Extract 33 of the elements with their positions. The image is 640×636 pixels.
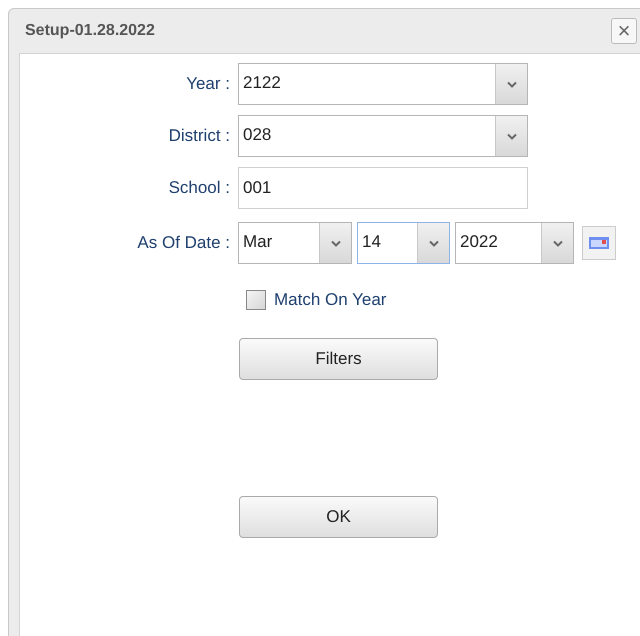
checkbox-label: Match On Year — [274, 289, 386, 312]
dropdown-arrow-button[interactable] — [417, 223, 449, 263]
dropdown-arrow-button[interactable] — [495, 64, 527, 104]
chevron-down-icon — [330, 240, 340, 246]
field-label: District : — [168, 125, 231, 148]
dropdown-arrow-button[interactable] — [495, 116, 527, 156]
dropdown-value: 2122 — [242, 72, 282, 94]
action-button[interactable]: Filters — [239, 338, 438, 380]
dropdown-field[interactable]: 028 — [238, 115, 528, 157]
dropdown-field[interactable]: 2122 — [238, 63, 528, 105]
calendar-button[interactable] — [582, 226, 616, 260]
dropdown-field[interactable]: 2022 — [455, 222, 574, 264]
chevron-down-icon — [428, 240, 438, 246]
chevron-down-icon — [552, 240, 562, 246]
dropdown-value: 028 — [242, 124, 272, 146]
field-label: Year : — [185, 73, 231, 96]
checkbox[interactable] — [246, 290, 266, 310]
text-field[interactable]: 001 — [238, 167, 528, 209]
dropdown-arrow-button[interactable] — [319, 223, 351, 263]
close-button[interactable]: × — [611, 18, 637, 44]
field-label: School : — [168, 177, 231, 200]
dropdown-field[interactable]: Mar — [238, 222, 352, 264]
dropdown-field[interactable]: 14 — [357, 222, 450, 264]
action-button[interactable]: OK — [239, 496, 438, 538]
dropdown-value: 14 — [361, 231, 382, 253]
calendar-icon — [589, 237, 609, 249]
field-label: As Of Date : — [136, 232, 231, 254]
dropdown-arrow-button[interactable] — [541, 223, 573, 263]
chevron-down-icon — [506, 80, 516, 88]
chevron-down-icon — [506, 132, 516, 140]
dropdown-value: Mar — [242, 231, 274, 253]
window-title: Setup-01.28.2022 — [25, 21, 155, 41]
dropdown-value: 2022 — [459, 231, 499, 253]
